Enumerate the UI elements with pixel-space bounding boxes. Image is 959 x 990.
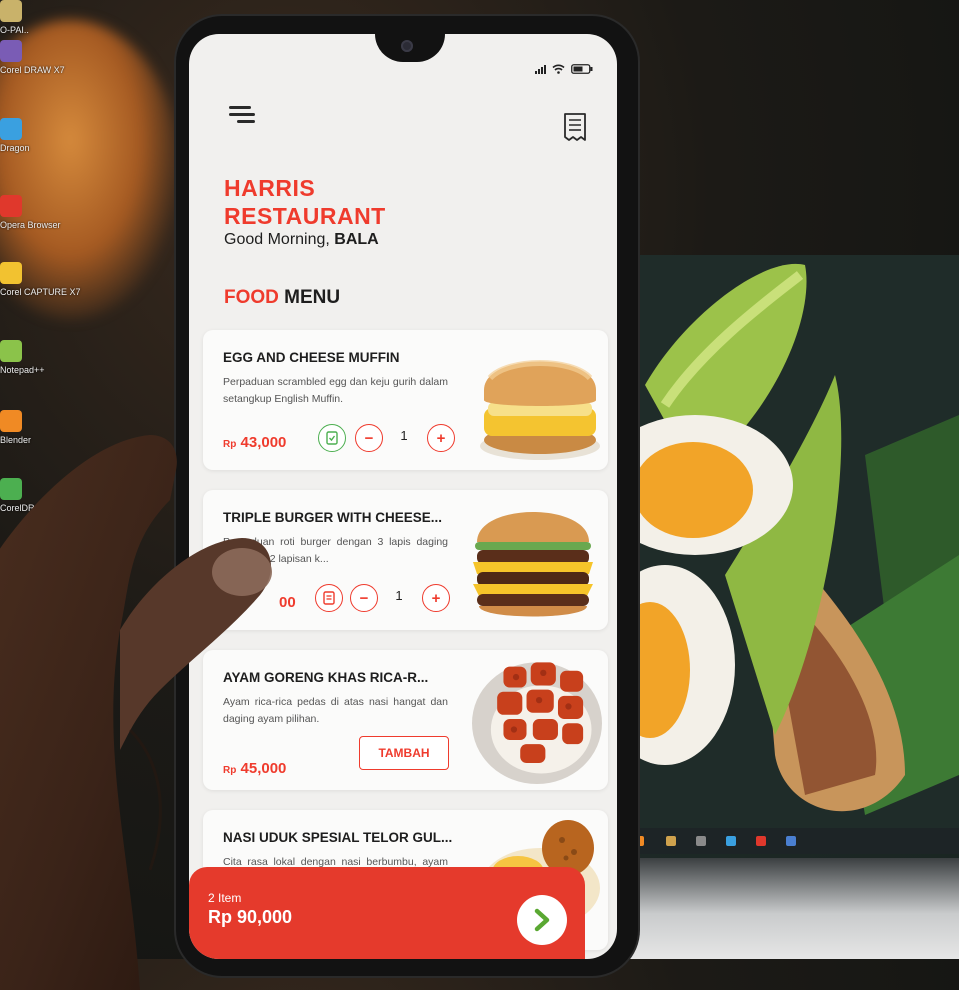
wifi-icon xyxy=(552,64,565,74)
desktop-shortcut-label: Dragon xyxy=(0,143,30,153)
quantity-value: 1 xyxy=(395,588,403,603)
hamburger-menu-button[interactable] xyxy=(229,106,259,130)
desktop-shortcut-label: Corel DRAW X7 xyxy=(0,65,65,75)
desktop-shortcut-icon: Corel CAPTURE X7 xyxy=(0,262,81,297)
order-history-button[interactable] xyxy=(563,112,587,142)
ayam-rica-image xyxy=(472,662,602,784)
signal-icon xyxy=(535,64,546,74)
hamburger-line xyxy=(229,113,255,116)
increase-quantity-button[interactable]: + xyxy=(427,424,455,452)
quantity-value: 1 xyxy=(400,428,408,443)
battery-icon xyxy=(571,64,593,74)
restaurant-name-line2: RESTAURANT xyxy=(224,203,386,229)
desktop-shortcut-glyph xyxy=(0,0,22,22)
hamburger-line xyxy=(229,106,251,109)
chevron-right-icon xyxy=(534,908,550,932)
desktop-shortcut-icon: Corel DRAW X7 xyxy=(0,40,65,75)
desktop-shortcut-glyph xyxy=(0,40,22,62)
section-title-accent: FOOD xyxy=(224,287,279,308)
restaurant-name-line1: HARRIS xyxy=(224,175,316,201)
add-note-button[interactable] xyxy=(318,424,346,452)
note-icon xyxy=(326,431,338,445)
hamburger-line xyxy=(237,120,255,123)
greeting: Good Morning, BALA xyxy=(224,231,379,249)
add-note-button[interactable] xyxy=(315,584,343,612)
background-taskbar xyxy=(620,828,959,854)
desktop-shortcut-glyph xyxy=(0,118,22,140)
desktop-shortcut-icon: Notepad++ xyxy=(0,340,56,375)
egg-cheese-muffin-image xyxy=(480,360,600,460)
background-desk xyxy=(600,858,959,959)
user-name: BALA xyxy=(334,231,379,248)
section-title: FOOD MENU xyxy=(224,287,340,309)
add-to-cart-button[interactable]: TAMBAH xyxy=(359,736,449,770)
desktop-shortcut-icon: Dragon xyxy=(0,118,56,153)
desktop-shortcut-label: Notepad++ xyxy=(0,365,45,375)
desktop-shortcut-label: Corel CAPTURE X7 xyxy=(0,287,81,297)
checkout-button[interactable] xyxy=(517,895,567,945)
desktop-shortcut-icon: O-PAI.. xyxy=(0,0,56,35)
menu-item-description: Perpaduan scrambled egg dan keju gurih d… xyxy=(223,376,448,405)
triple-burger-image xyxy=(473,512,593,617)
front-camera xyxy=(401,40,413,52)
increase-quantity-button[interactable]: + xyxy=(422,584,450,612)
avocado-egg-toast-photo xyxy=(605,255,959,835)
desktop-shortcut-glyph xyxy=(0,195,22,217)
hand-holding-phone xyxy=(0,435,272,990)
section-title-rest: MENU xyxy=(278,287,341,308)
desktop-shortcut-glyph xyxy=(0,410,22,432)
menu-item-name: EGG AND CHEESE MUFFIN xyxy=(223,350,400,365)
greeting-text: Good Morning, xyxy=(224,231,335,248)
decrease-quantity-button[interactable]: − xyxy=(350,584,378,612)
background-monitor xyxy=(605,255,959,865)
desktop-shortcut-icon: Opera Browser xyxy=(0,195,61,230)
status-bar xyxy=(535,64,593,74)
desktop-shortcut-label: O-PAI.. xyxy=(0,25,29,35)
note-icon xyxy=(323,591,335,605)
decrease-quantity-button[interactable]: − xyxy=(355,424,383,452)
desktop-shortcut-label: Opera Browser xyxy=(0,220,61,230)
receipt-icon xyxy=(564,113,586,141)
desktop-shortcut-glyph xyxy=(0,262,22,284)
restaurant-name: HARRIS RESTAURANT xyxy=(224,174,386,230)
desktop-shortcut-glyph xyxy=(0,340,22,362)
